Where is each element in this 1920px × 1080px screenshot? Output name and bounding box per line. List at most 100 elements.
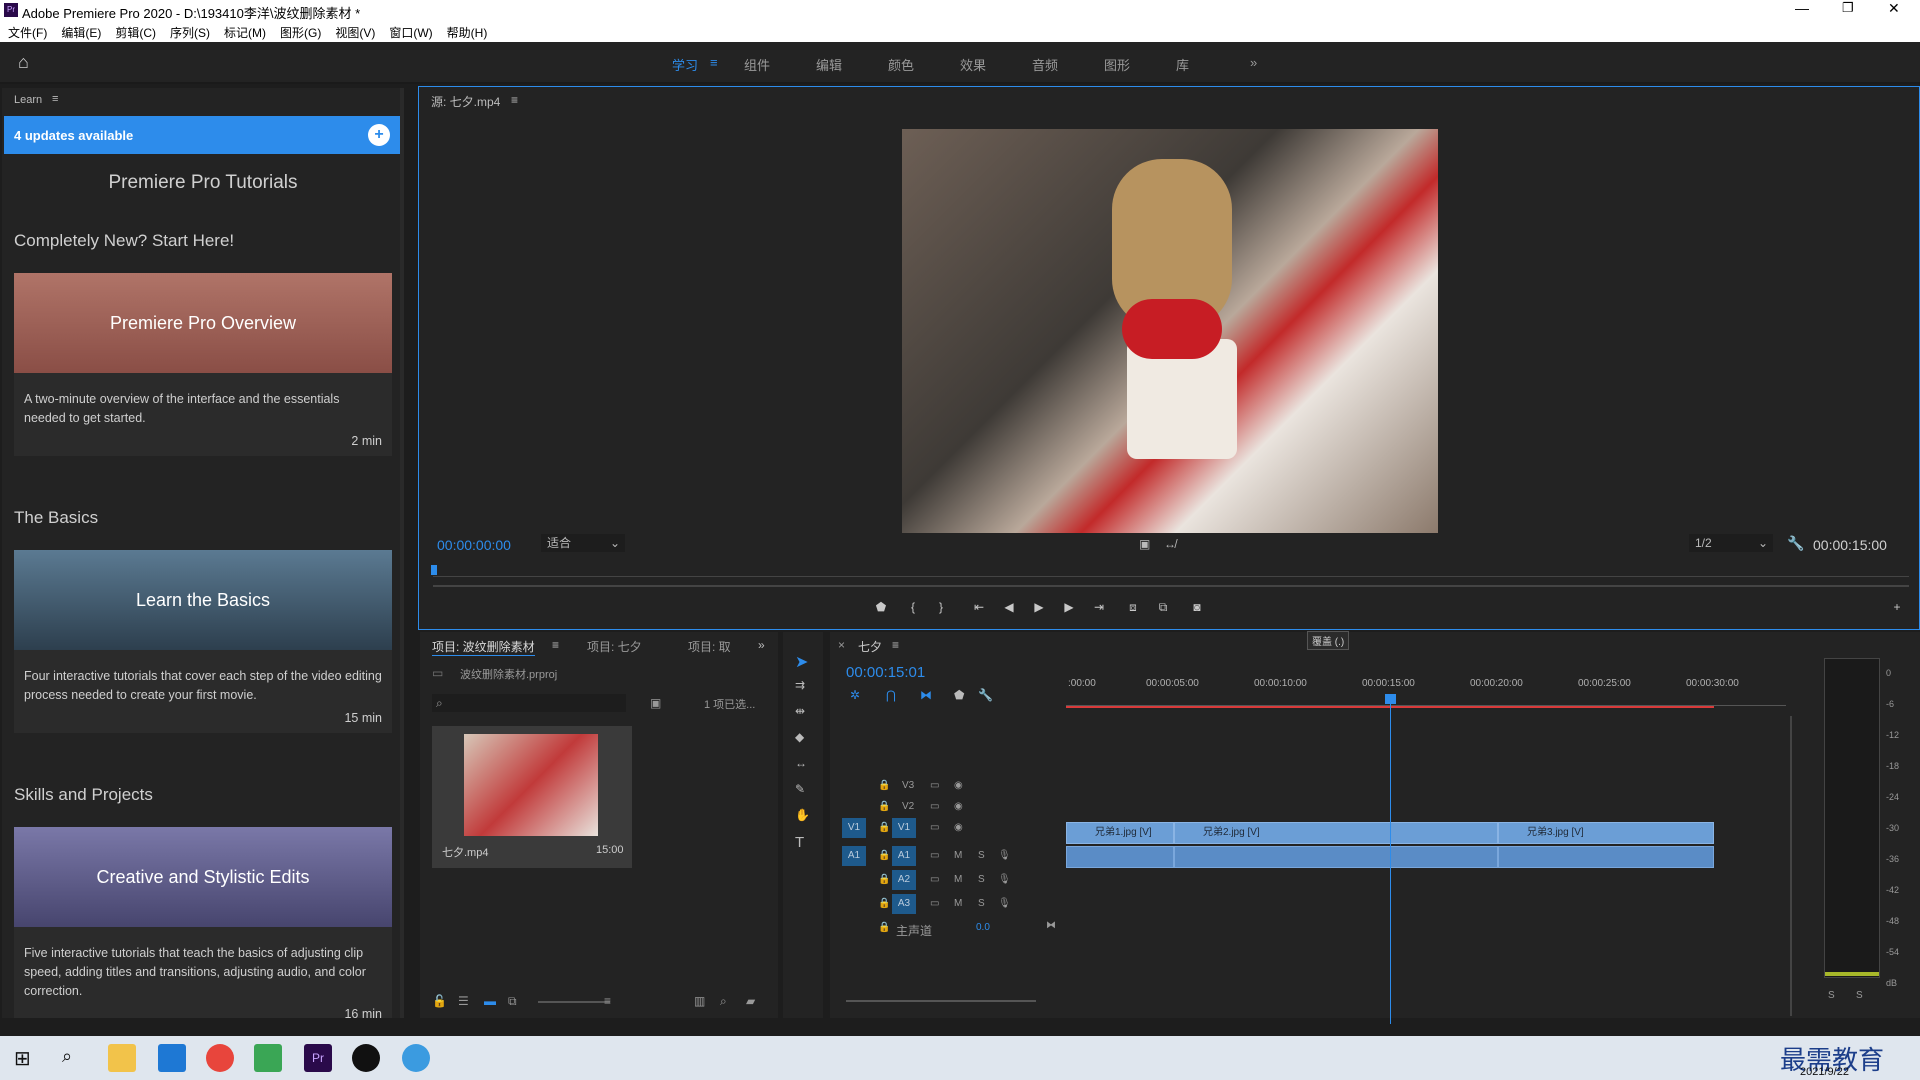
audio-clip[interactable] — [1174, 846, 1498, 868]
microphone-icon[interactable]: 🎙 — [998, 850, 1011, 861]
vertical-scrollbar[interactable] — [1790, 716, 1792, 1016]
hand-tool-icon[interactable]: ✋ — [795, 808, 810, 822]
sequence-tab[interactable]: 七夕 — [858, 638, 882, 655]
zoom-slider[interactable] — [538, 1001, 610, 1003]
file-explorer-icon[interactable] — [108, 1044, 136, 1072]
source-patch-a1[interactable]: A1 — [842, 846, 866, 866]
microphone-icon[interactable]: 🎙 — [998, 898, 1011, 909]
find-icon[interactable]: ⌕ — [720, 994, 727, 1009]
source-playhead[interactable] — [431, 565, 437, 575]
export-frame-icon[interactable]: ◙ — [1189, 599, 1205, 615]
menu-edit[interactable]: 编辑(E) — [61, 24, 101, 41]
pen-tool-icon[interactable]: ✎ — [795, 782, 805, 796]
tab-project-qixi[interactable]: 项目: 七夕 — [587, 638, 642, 655]
card-thumbnail[interactable]: Learn the Basics — [14, 550, 392, 650]
menu-sequence[interactable]: 序列(S) — [170, 24, 210, 41]
source-tab[interactable]: 源: 七夕.mp4 — [431, 93, 500, 110]
nest-icon[interactable]: ✲ — [850, 688, 860, 702]
track-header-v3[interactable]: 🔒 V3 ▭ ◉ — [830, 776, 1050, 798]
fit-dropdown[interactable]: 适合 ⌄ — [541, 534, 625, 552]
track-header-a2[interactable]: 🔒 A2 ▭ M S 🎙 — [830, 870, 1050, 892]
source-zoom-bar[interactable] — [433, 585, 1909, 587]
track-label[interactable]: V1 — [892, 818, 916, 838]
go-to-in-icon[interactable]: ⇤ — [971, 599, 987, 615]
sort-icon[interactable]: ≡ — [604, 994, 611, 1008]
icon-view-icon[interactable]: ▬ — [484, 994, 496, 1008]
mute-button[interactable]: M — [954, 850, 962, 861]
track-header-a1[interactable]: A1 🔒 A1 ▭ M S 🎙 — [830, 846, 1050, 868]
learn-panel-label[interactable]: Learn — [14, 94, 42, 106]
lock-icon[interactable]: 🔒 — [878, 922, 890, 933]
menu-window[interactable]: 窗口(W) — [389, 24, 432, 41]
sync-icon[interactable]: ▭ — [930, 898, 939, 909]
tutorial-card[interactable]: Learn the Basics Four interactive tutori… — [14, 550, 392, 733]
settings-icon[interactable]: ▣ — [1139, 537, 1150, 551]
close-icon[interactable]: × — [838, 638, 845, 652]
playhead-handle[interactable] — [1385, 694, 1396, 704]
panel-menu-icon[interactable]: ≡ — [511, 93, 518, 107]
slip-tool-icon[interactable]: ↔ — [795, 756, 807, 770]
solo-button[interactable]: S — [978, 850, 985, 861]
type-tool-icon[interactable]: T — [795, 834, 804, 851]
panel-menu-icon[interactable]: ≡ — [552, 638, 559, 652]
tab-project-other[interactable]: 项目: 取 — [688, 638, 731, 655]
step-forward-icon[interactable]: ▶ — [1061, 599, 1077, 615]
list-view-icon[interactable]: ☰ — [458, 994, 469, 1008]
track-select-icon[interactable]: ⇉ — [795, 678, 805, 692]
audio-clip[interactable] — [1498, 846, 1714, 868]
timeline-zoom-bar[interactable] — [846, 1000, 1036, 1002]
scrollbar[interactable] — [400, 88, 404, 1018]
drag-video-icon[interactable]: ↮ — [1164, 537, 1176, 551]
tab-editing[interactable]: 编辑 — [816, 55, 842, 74]
search-icon[interactable]: ⌕ — [62, 1046, 72, 1067]
lock-icon[interactable]: 🔒 — [878, 822, 890, 833]
insert-icon[interactable]: ⧈ — [1125, 599, 1141, 615]
video-frame[interactable] — [902, 129, 1438, 533]
button-editor-icon[interactable]: + — [1889, 599, 1905, 615]
ripple-edit-icon[interactable]: ⇹ — [795, 704, 805, 718]
track-header-master[interactable]: 🔒 主声道 0.0 ⧓ — [830, 918, 1056, 940]
playhead[interactable] — [1390, 698, 1391, 1024]
tutorial-card[interactable]: Creative and Stylistic Edits Five intera… — [14, 827, 392, 1018]
maximize-icon[interactable]: ❐ — [1842, 0, 1854, 16]
tab-audio[interactable]: 音频 — [1032, 55, 1058, 74]
track-label[interactable]: A3 — [892, 894, 916, 914]
track-label[interactable]: A1 — [892, 846, 916, 866]
lock-icon[interactable]: 🔓 — [432, 994, 447, 1008]
source-time-ruler[interactable] — [433, 567, 1909, 577]
new-folder-icon[interactable]: ▰ — [746, 994, 755, 1008]
automate-icon[interactable]: ▥ — [694, 994, 705, 1008]
minimize-icon[interactable]: — — [1795, 0, 1809, 16]
panel-menu-icon[interactable]: ≡ — [52, 93, 58, 105]
tab-color[interactable]: 颜色 — [888, 55, 914, 74]
card-thumbnail[interactable]: Creative and Stylistic Edits — [14, 827, 392, 927]
eye-icon[interactable]: ◉ — [954, 780, 963, 791]
card-thumbnail[interactable]: Premiere Pro Overview — [14, 273, 392, 373]
freeform-view-icon[interactable]: ⧉ — [508, 994, 517, 1009]
menu-file[interactable]: 文件(F) — [8, 24, 47, 41]
razor-tool-icon[interactable]: ◆ — [795, 730, 804, 744]
selection-tool-icon[interactable]: ➤ — [795, 652, 808, 672]
premiere-icon[interactable]: Pr — [304, 1044, 332, 1072]
mute-button[interactable]: M — [954, 874, 962, 885]
solo-button[interactable]: S — [1828, 990, 1835, 1001]
audio-clip[interactable] — [1066, 846, 1174, 868]
video-clip[interactable]: 兄弟1.jpg [V] — [1066, 822, 1174, 844]
windows-start-icon[interactable]: ⊞ — [14, 1046, 31, 1071]
timeline-timecode[interactable]: 00:00:15:01 — [846, 664, 925, 681]
microphone-icon[interactable]: 🎙 — [998, 874, 1011, 885]
resolution-dropdown[interactable]: 1/2 ⌄ — [1689, 534, 1773, 552]
ie-icon[interactable] — [402, 1044, 430, 1072]
mute-button[interactable]: M — [954, 898, 962, 909]
add-marker-icon[interactable]: ⬟ — [954, 688, 964, 702]
chrome-icon[interactable] — [206, 1044, 234, 1072]
solo-button[interactable]: S — [978, 898, 985, 909]
tab-libraries[interactable]: 库 — [1176, 55, 1189, 74]
source-timecode[interactable]: 00:00:00:00 — [437, 537, 511, 553]
tab-assembly[interactable]: 组件 — [744, 55, 770, 74]
master-value[interactable]: 0.0 — [976, 922, 990, 933]
go-to-out-icon[interactable]: ⇥ — [1091, 599, 1107, 615]
track-header-v1[interactable]: V1 🔒 V1 ▭ ◉ — [830, 818, 1050, 840]
tab-graphics[interactable]: 图形 — [1104, 55, 1130, 74]
solo-button[interactable]: S — [978, 874, 985, 885]
